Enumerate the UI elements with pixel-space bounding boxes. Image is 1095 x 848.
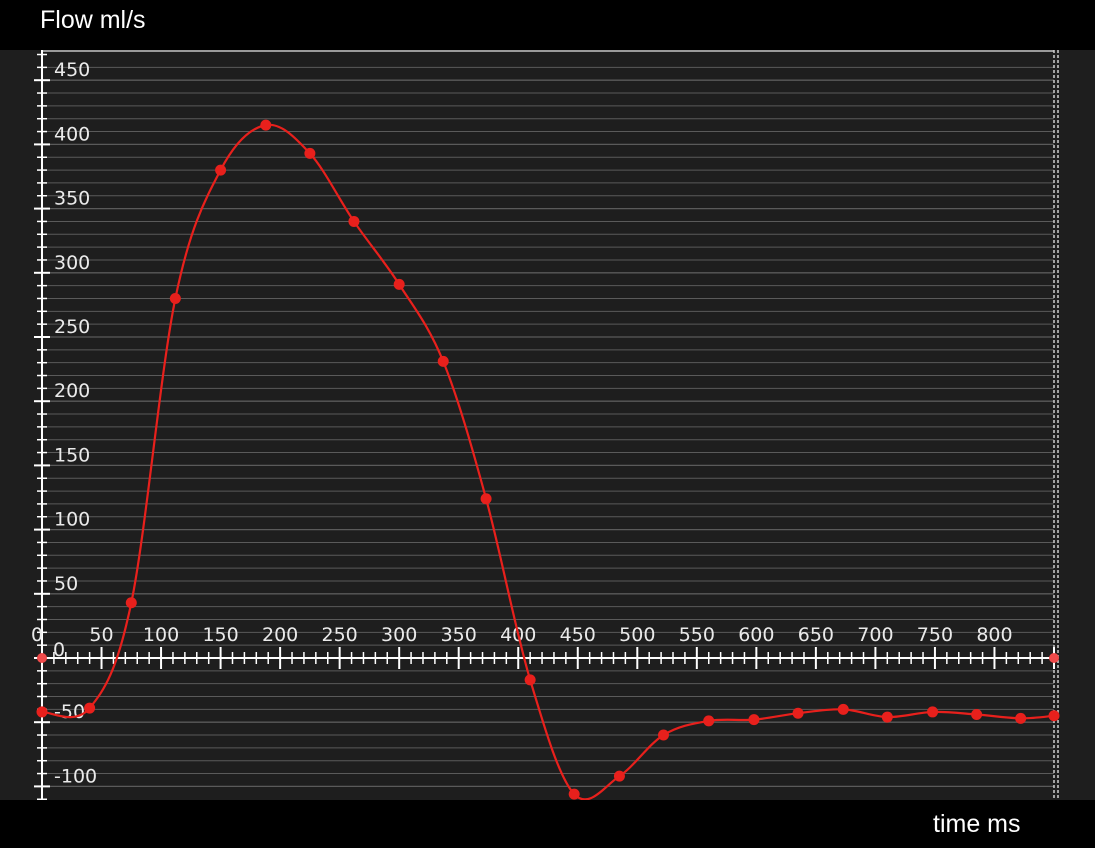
data-point [480,493,492,505]
endpoint-marker [37,653,47,663]
data-point [792,707,804,719]
flow-time-chart: -100 -50 50 100 150 200 250 300 350 400 450 00 50 100… [0,50,1095,800]
data-point [881,711,893,723]
data-point [613,770,625,782]
y-tick-label: -100 [54,765,97,787]
y-tick-label: 200 [54,380,90,402]
data-point [304,147,316,159]
x-tick-label: 300 [381,624,417,646]
x-tick-label-origin: 0 [31,624,43,646]
y-axis-unit-label: Flow ml/s [40,6,146,34]
data-point [169,292,181,304]
data-point [393,278,405,290]
data-point [927,706,939,718]
data-point [657,729,669,741]
y-tick-label: 250 [54,316,90,338]
flow-chart-screen: Flow ml/s -100 -50 50 100 150 200 250 300 350 400… [0,0,1095,848]
y-tick-label: 450 [54,59,90,81]
y-tick-label-zero: 0 [53,639,65,661]
x-tick-label: 200 [262,624,298,646]
x-tick-label: 550 [679,624,715,646]
data-point [1015,712,1027,724]
data-point [260,119,272,131]
x-tick-label: 250 [322,624,358,646]
x-tick-label: 350 [441,624,477,646]
x-tick-label: 450 [560,624,596,646]
header-bar: Flow ml/s [0,0,1095,50]
data-point [84,702,96,714]
x-tick-label: 600 [738,624,774,646]
data-point [1048,710,1060,722]
y-tick-label: 50 [54,573,78,595]
data-point [703,715,715,727]
endpoint-marker [1049,653,1059,663]
x-tick-label: 800 [976,624,1012,646]
data-point [568,788,580,800]
x-tick-label: 150 [202,624,238,646]
y-tick-label: 100 [54,509,90,531]
data-point [437,355,449,367]
x-tick-label: 650 [798,624,834,646]
data-point [36,706,48,718]
y-tick-label: 350 [54,188,90,210]
x-tick-label: 50 [89,624,113,646]
x-axis-unit-label: time ms [933,810,1021,838]
y-tick-label: 150 [54,444,90,466]
plot-background [0,50,1095,800]
x-tick-label: 750 [917,624,953,646]
y-tick-label: 300 [54,252,90,274]
y-tick-label: 400 [54,123,90,145]
x-tick-label: 500 [619,624,655,646]
data-point [971,708,983,720]
data-point [348,215,360,227]
x-tick-label: 100 [143,624,179,646]
y-tick-label: -50 [54,701,85,723]
data-point [524,674,536,686]
data-point [125,597,137,609]
data-point [748,714,760,726]
data-point [215,164,227,176]
data-point [837,703,849,715]
x-tick-label: 700 [857,624,893,646]
